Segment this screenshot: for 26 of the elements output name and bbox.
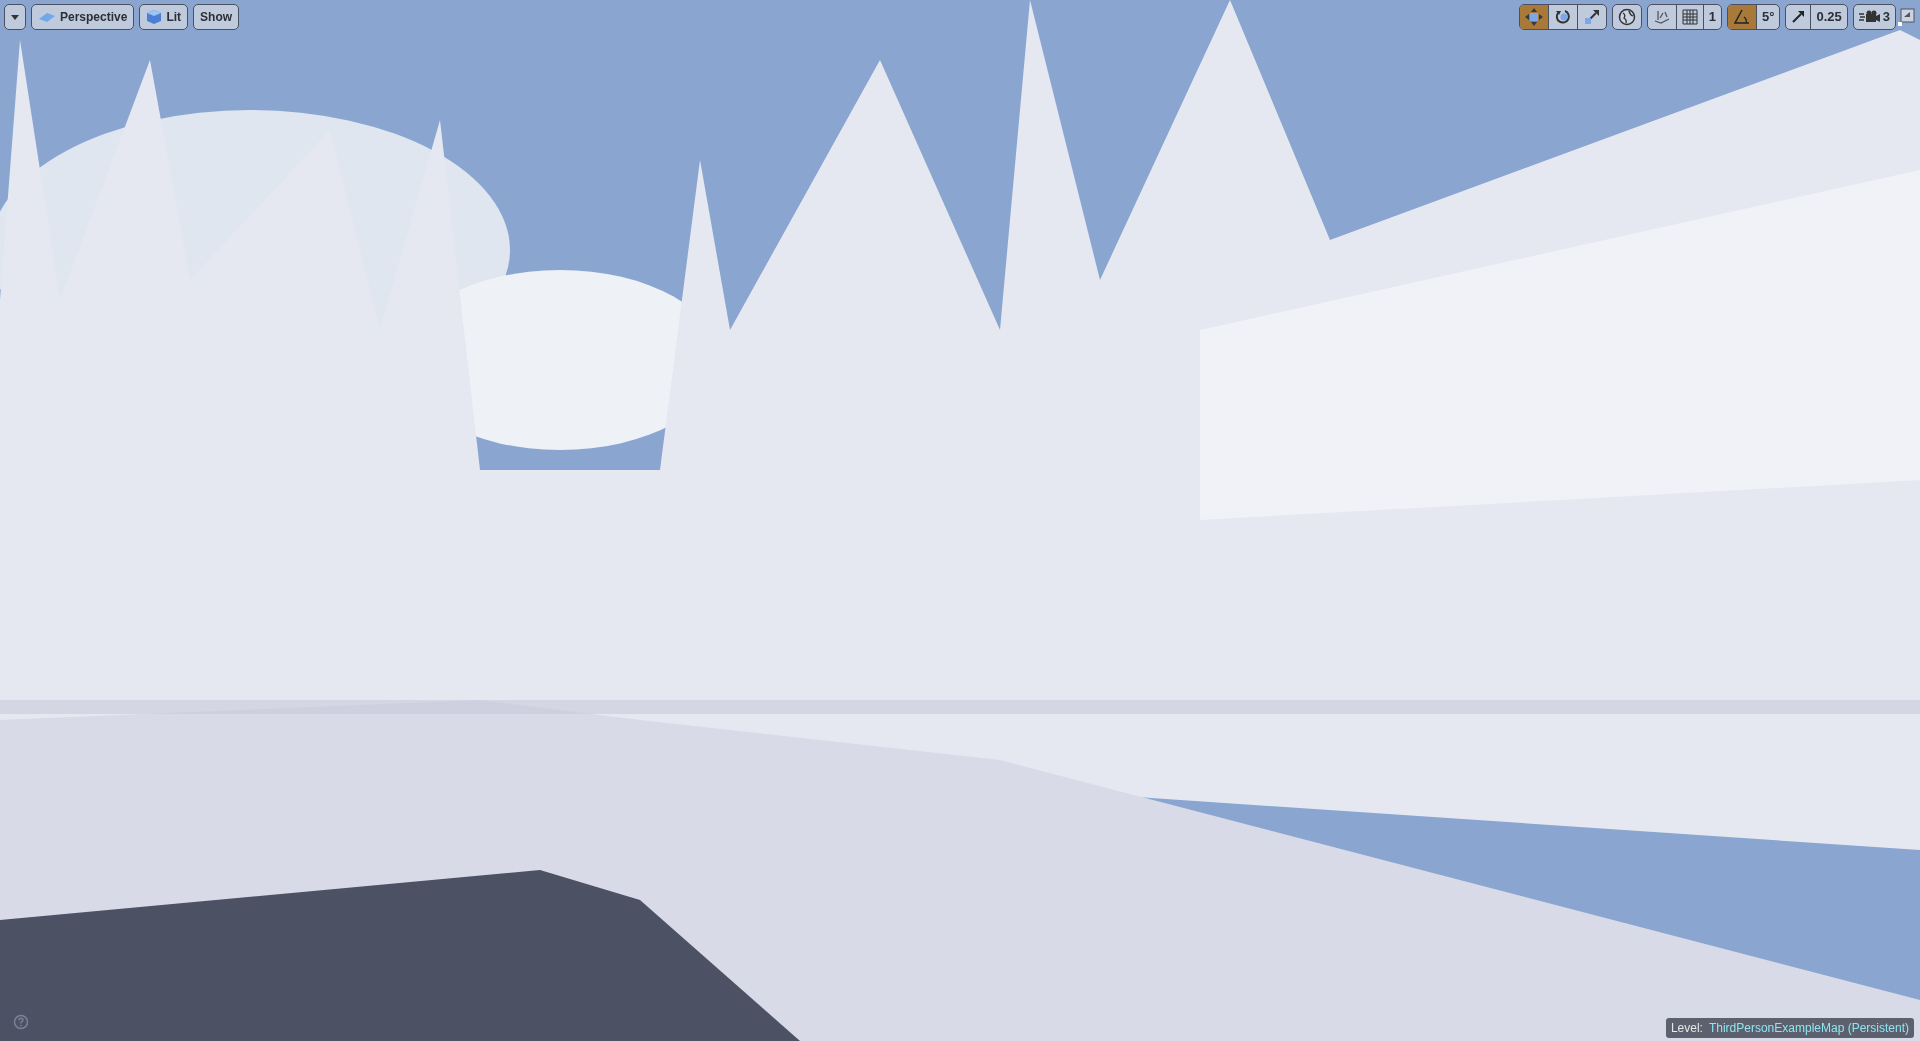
camera-speed-button[interactable]: 3 xyxy=(1853,5,1895,29)
menu-button[interactable] xyxy=(4,4,26,30)
level-name[interactable]: ThirdPersonExampleMap (Persistent) xyxy=(1708,1019,1909,1037)
globe-icon xyxy=(1617,8,1636,26)
level-label: Level: xyxy=(1670,1020,1703,1037)
camera-icon xyxy=(1858,10,1881,24)
view-mode-button[interactable]: Lit xyxy=(139,4,189,30)
show-button[interactable]: Show xyxy=(193,4,240,30)
caret-icon xyxy=(11,14,19,20)
scale-icon xyxy=(1582,8,1601,26)
cube-icon xyxy=(146,9,163,25)
maximize-icon[interactable] xyxy=(1897,7,1915,26)
angle-icon xyxy=(1733,9,1751,25)
world-space-button[interactable] xyxy=(1611,4,1642,30)
translate-tool-button[interactable] xyxy=(1519,5,1549,29)
rotation-snap-button[interactable] xyxy=(1728,5,1757,29)
grid-size-button[interactable]: 1 xyxy=(1703,5,1721,29)
scale-snap-icon xyxy=(1791,10,1806,24)
rotate-icon xyxy=(1553,8,1572,26)
rotation-snap-size-button[interactable]: 5° xyxy=(1757,5,1780,29)
viewport-type-button[interactable]: Perspective xyxy=(31,4,135,30)
scale-snap-size-button[interactable]: 0.25 xyxy=(1811,5,1847,29)
grid-icon xyxy=(1681,9,1698,25)
surface-snap-icon xyxy=(1652,9,1671,25)
move-icon xyxy=(1524,8,1543,26)
cube-icon xyxy=(38,11,56,23)
